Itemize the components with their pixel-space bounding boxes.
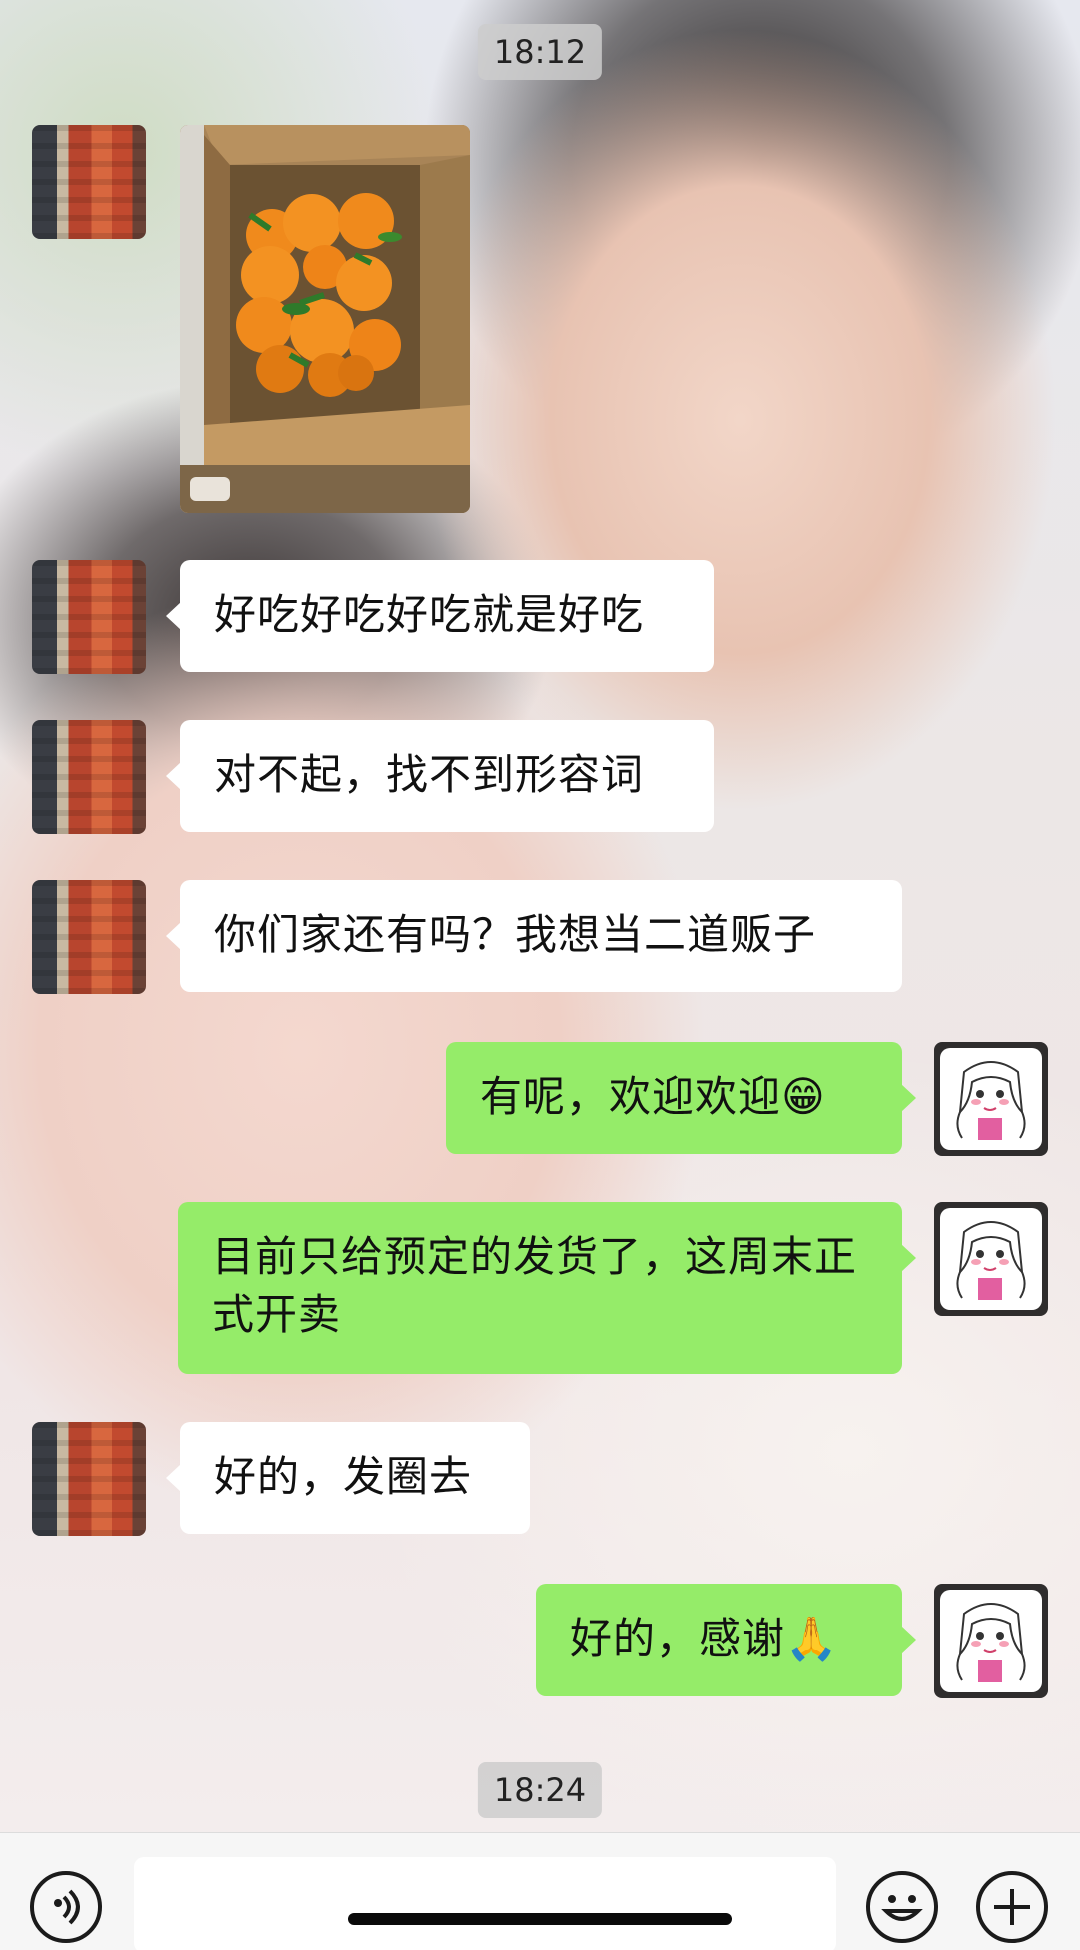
smile-icon[interactable] [866,1871,938,1943]
friend-avatar[interactable] [32,560,146,674]
cartoon-girl-avatar-icon [940,1048,1042,1150]
message-bubble-outgoing[interactable]: 好的，感谢🙏 [536,1584,916,1696]
message-bubble-outgoing[interactable]: 目前只给预定的发货了，这周末正式开卖 [178,1202,916,1374]
friend-avatar[interactable] [32,1422,146,1536]
friend-avatar[interactable] [32,125,146,239]
message-bubble-incoming[interactable]: 对不起，找不到形容词 [166,720,714,832]
friend-avatar[interactable] [32,720,146,834]
message-bubble-outgoing[interactable]: 有呢，欢迎欢迎😁 [446,1042,916,1154]
cartoon-girl-avatar-icon [940,1590,1042,1692]
message-bubble-incoming[interactable]: 好吃好吃好吃就是好吃 [166,560,714,672]
voice-icon[interactable] [30,1871,102,1943]
message-bubble-incoming[interactable]: 你们家还有吗？我想当二道贩子 [166,880,902,992]
message-bubble-incoming[interactable]: 好的，发圈去 [166,1422,530,1534]
oranges-group [236,193,402,397]
chat-input-bar [0,1832,1080,1950]
oranges-box-photo [180,125,470,513]
my-avatar[interactable] [934,1202,1048,1316]
plus-icon[interactable] [976,1871,1048,1943]
image-message[interactable] [180,125,470,513]
cartoon-girl-avatar-icon [940,1208,1042,1310]
timestamp-divider: 18:12 [477,24,603,80]
timestamp-divider: 18:24 [477,1762,603,1818]
message-input[interactable] [134,1857,836,1950]
chat-screen: 18:12 好吃好吃好吃就是好吃 对不起，找不到形容词 你们家还有吗？我想当二道… [0,0,1080,1950]
my-avatar[interactable] [934,1042,1048,1156]
friend-avatar[interactable] [32,880,146,994]
my-avatar[interactable] [934,1584,1048,1698]
home-indicator [348,1913,732,1925]
